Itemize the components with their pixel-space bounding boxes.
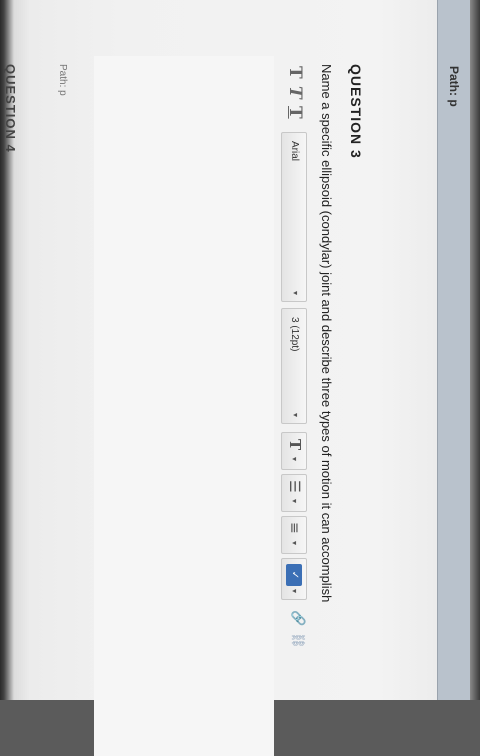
monitor-screen: Path: p QUESTION 3 Name a specific ellip…	[0, 0, 480, 756]
next-question-header: QUESTION 4	[3, 64, 18, 153]
top-path-label: Path: p	[447, 66, 461, 107]
text-color-button[interactable]: T ▾	[281, 432, 307, 470]
top-path-bar: Path: p	[437, 0, 470, 700]
bold-button[interactable]: T	[284, 66, 306, 79]
question-header: QUESTION 3	[348, 64, 364, 159]
chevron-down-icon: ▾	[291, 290, 300, 295]
link-icon[interactable]: 🔗	[290, 610, 305, 626]
font-size-select[interactable]: 3 (12pt) ▾	[281, 308, 307, 424]
spellcheck-icon: ✓	[286, 564, 302, 586]
chevron-down-icon: ▾	[290, 541, 299, 546]
chevron-down-icon: ▾	[291, 412, 300, 417]
bullet-list-button[interactable]: ☰ ▾	[281, 474, 307, 512]
numbered-list-button[interactable]: ≡ ▾	[281, 516, 307, 554]
chevron-down-icon: ▾	[290, 499, 299, 504]
font-family-value: Arial	[289, 141, 300, 162]
italic-button[interactable]: T	[284, 86, 306, 99]
font-family-select[interactable]: Arial ▾	[281, 132, 307, 302]
numbered-list-icon: ≡	[286, 522, 302, 534]
underline-button[interactable]: T	[284, 106, 306, 119]
spellcheck-button[interactable]: ✓ ▾	[281, 558, 307, 600]
bullet-list-icon: ☰	[286, 480, 302, 493]
chevron-down-icon: ▾	[290, 457, 299, 462]
editor-toolbar: T T T Arial ▾ 3 (12pt) ▾ T ▾ ☰ ▾ ≡ ▾ ✓ ▾…	[280, 60, 310, 660]
page-canvas: Path: p QUESTION 3 Name a specific ellip…	[0, 0, 470, 756]
unlink-icon[interactable]: ⛓	[290, 632, 305, 649]
answer-editor[interactable]	[94, 56, 274, 756]
question-prompt: Name a specific ellipsoid (condylar) joi…	[319, 64, 334, 603]
chevron-down-icon: ▾	[290, 589, 299, 594]
font-size-value: 3 (12pt)	[289, 317, 300, 352]
editor-path-label: Path: p	[57, 64, 68, 96]
text-color-icon: T	[286, 439, 304, 451]
